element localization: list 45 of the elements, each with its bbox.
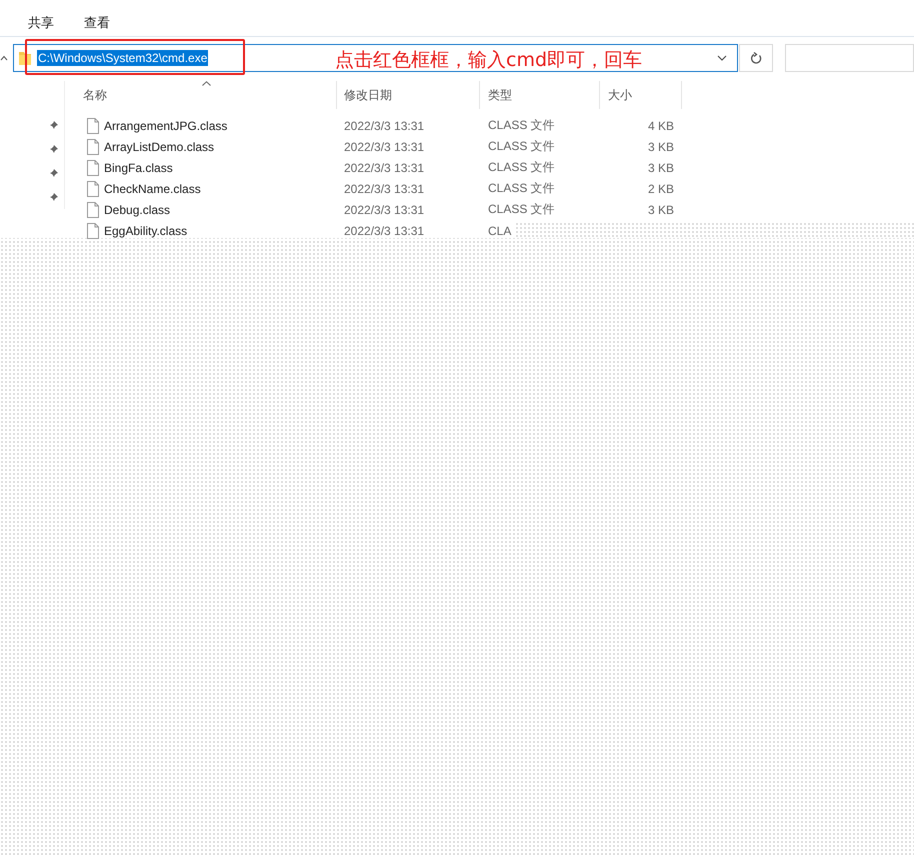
file-type: CLASS 文件 (488, 180, 555, 197)
file-size: 3 KB (648, 202, 674, 216)
file-type: CLASS 文件 (488, 138, 555, 155)
refresh-icon (750, 52, 762, 64)
pin-icon[interactable] (49, 168, 59, 178)
file-name[interactable]: ArrangementJPG.class (104, 118, 228, 132)
file-name[interactable]: ArrayListDemo.class (104, 140, 214, 154)
file-type: CLASS 文件 (488, 201, 555, 218)
file-icon (87, 118, 99, 134)
column-header[interactable]: 名称 (83, 86, 107, 104)
column-header[interactable]: 修改日期 (344, 86, 392, 104)
column-header[interactable]: 大小 (608, 86, 632, 104)
file-name[interactable]: CheckName.class (104, 182, 201, 196)
annotation-text: 点击红色框框，输入cmd即可，回车 (335, 48, 642, 73)
modified-date: 2022/3/3 13:31 (344, 202, 424, 216)
file-size: 3 KB (648, 160, 674, 174)
file-name[interactable]: BingFa.class (104, 160, 173, 174)
ribbon-tab[interactable]: 共享 (28, 14, 54, 36)
column-header[interactable]: 类型 (488, 86, 512, 104)
file-size: 4 KB (648, 118, 674, 132)
file-type: CLA (488, 224, 512, 238)
file-type: CLASS 文件 (488, 159, 555, 176)
refresh-button[interactable] (739, 44, 773, 72)
pin-icon[interactable] (49, 192, 59, 202)
file-icon (87, 160, 99, 176)
file-type: CLASS 文件 (488, 117, 555, 134)
file-size: 3 KB (648, 140, 674, 154)
file-icon (87, 138, 99, 154)
ribbon-tab[interactable]: 查看 (84, 14, 110, 36)
modified-date: 2022/3/3 13:31 (344, 118, 424, 132)
modified-date: 2022/3/3 13:31 (344, 182, 424, 196)
sort-caret-icon (202, 81, 211, 86)
modified-date: 2022/3/3 13:31 (344, 224, 424, 238)
dropdown-chevron-icon[interactable] (717, 55, 728, 61)
file-size: 2 KB (648, 182, 674, 196)
file-icon (87, 180, 99, 196)
file-icon (87, 202, 99, 218)
pin-icon[interactable] (49, 144, 59, 154)
address-text[interactable]: C:\Windows\System32\cmd.exe (37, 50, 208, 66)
file-name[interactable]: EggAbility.class (104, 224, 188, 238)
file-name[interactable]: Debug.class (104, 202, 170, 216)
pin-icon[interactable] (49, 120, 59, 130)
modified-date: 2022/3/3 13:31 (344, 160, 424, 174)
search-field[interactable] (784, 44, 914, 72)
modified-date: 2022/3/3 13:31 (344, 140, 424, 154)
